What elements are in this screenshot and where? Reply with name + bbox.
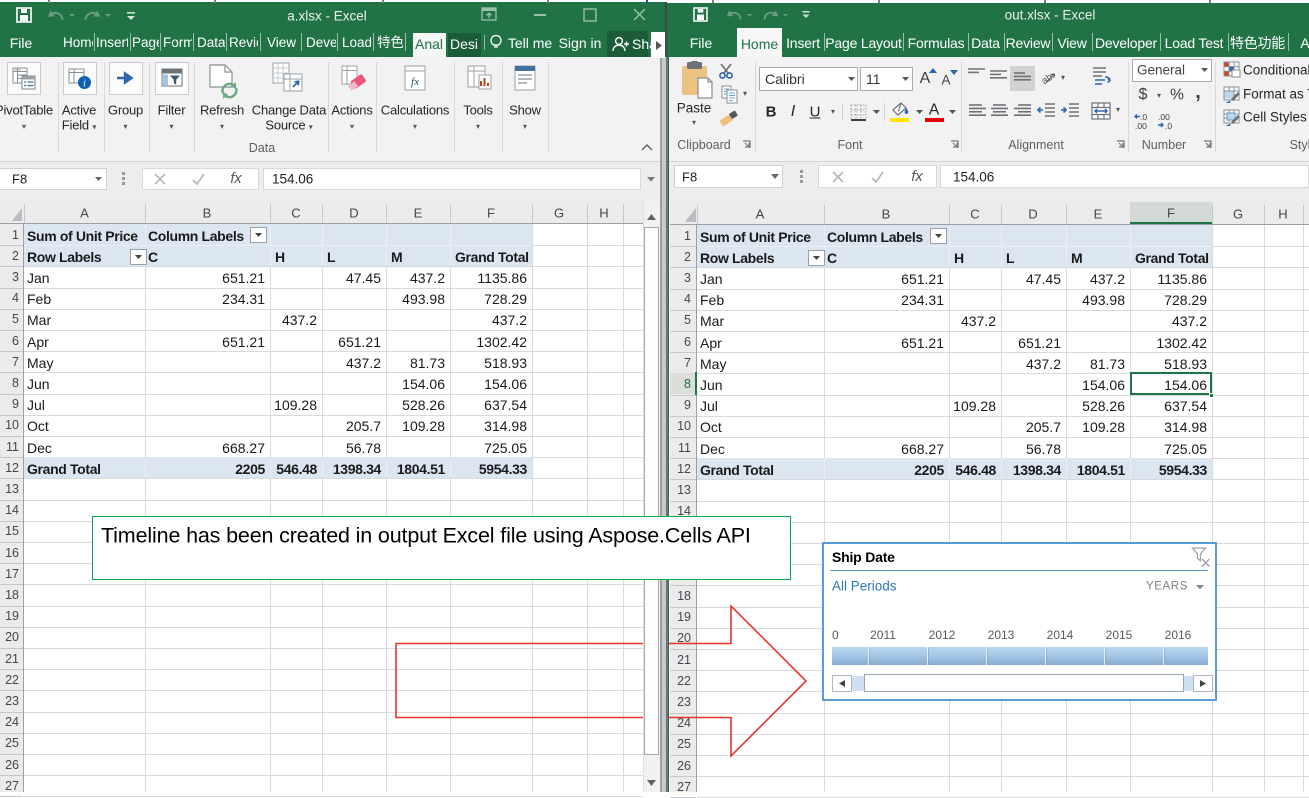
- svg-text:i: i: [83, 79, 86, 90]
- svg-text:.0: .0: [1165, 121, 1172, 130]
- svg-text:.00: .00: [1135, 121, 1147, 130]
- svg-text:fx: fx: [411, 76, 419, 88]
